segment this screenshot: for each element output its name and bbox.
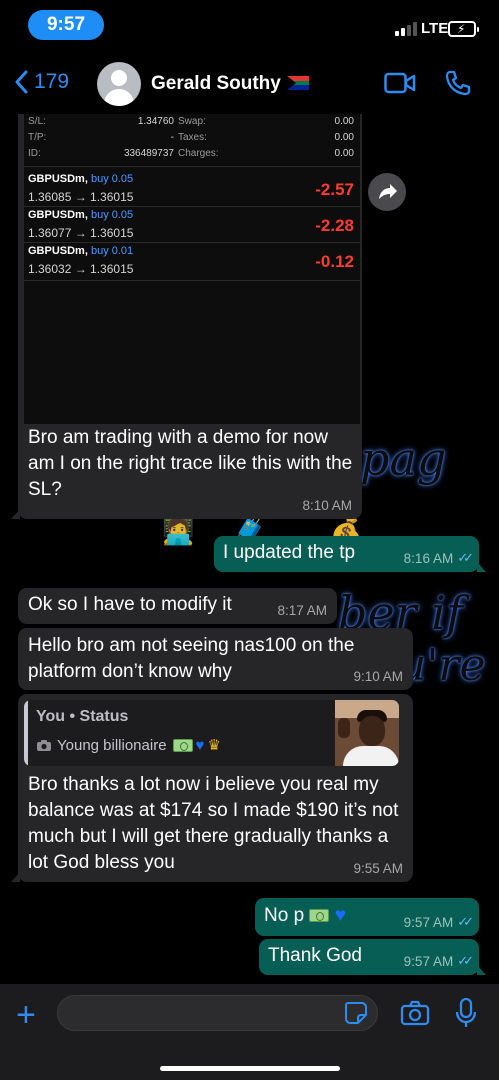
message-bubble-incoming[interactable]: Hello bro am not seeing nas100 on the pl… bbox=[18, 628, 413, 690]
swap-value: 0.00 bbox=[334, 116, 354, 127]
message-bubble-outgoing[interactable]: I updated the tp 8:16 AM ✓✓ bbox=[214, 536, 486, 572]
contact-name-text: Gerald Southy bbox=[151, 73, 281, 94]
plus-icon[interactable]: + bbox=[16, 998, 36, 1032]
tp-label: T/P: bbox=[28, 132, 47, 143]
sl-value: 1.34760 bbox=[137, 116, 174, 127]
charges-value: 0.00 bbox=[334, 148, 354, 159]
message-time: 9:10 AM bbox=[353, 669, 403, 684]
message-composer: + bbox=[0, 984, 499, 1080]
message-bubble-outgoing[interactable]: No p ♥ 9:57 AM ✓✓ bbox=[255, 898, 479, 936]
trade-screenshot-image[interactable]: S/L: 1.34760 Swap: 0.00 T/P: - Taxes: 0.… bbox=[24, 114, 360, 424]
wallpaper-text: pag bbox=[360, 432, 447, 486]
message-time: 9:55 AM bbox=[353, 861, 403, 876]
trade-profit-loss: -2.28 bbox=[315, 216, 354, 235]
message-time: 9:57 AM ✓✓ bbox=[403, 914, 474, 930]
message-time: 8:16 AM ✓✓ bbox=[403, 550, 474, 566]
trade-profit-loss: -0.12 bbox=[315, 252, 354, 271]
status-thumbnail bbox=[335, 700, 399, 766]
video-call-icon[interactable] bbox=[384, 72, 416, 94]
tp-value: - bbox=[170, 132, 174, 143]
trade-profit-loss: -2.57 bbox=[315, 180, 354, 199]
trade-prices: 1.36077 → 1.36015 bbox=[28, 226, 134, 240]
message-text: I updated the tp bbox=[223, 542, 356, 563]
chevron-left-icon bbox=[15, 70, 28, 94]
message-text: Bro am trading with a demo for now am I … bbox=[28, 427, 353, 500]
id-value: 336489737 bbox=[123, 148, 174, 159]
message-bubble-incoming[interactable]: S/L: 1.34760 Swap: 0.00 T/P: - Taxes: 0.… bbox=[11, 114, 362, 519]
person-laptop-emoji-icon: 🧑‍💻 bbox=[162, 516, 195, 546]
message-time: 9:57 AM ✓✓ bbox=[403, 953, 474, 969]
message-bubble-incoming[interactable]: Ok so I have to modify it 8:17 AM bbox=[18, 588, 337, 624]
crown-icon: ♛ bbox=[207, 737, 221, 754]
blue-heart-icon: ♥ bbox=[334, 905, 346, 926]
microphone-icon[interactable] bbox=[456, 998, 476, 1028]
quoted-author: You • Status bbox=[36, 708, 129, 725]
camera-icon bbox=[37, 739, 51, 751]
avatar[interactable] bbox=[97, 62, 141, 106]
message-bubble-incoming[interactable]: You • Status Young billionaire ♥ ♛ Bro t… bbox=[11, 694, 413, 882]
unread-count: 179 bbox=[34, 70, 70, 93]
message-text: Thank God bbox=[268, 945, 362, 966]
charges-label: Charges: bbox=[178, 148, 219, 159]
trade-prices: 1.36085 → 1.36015 bbox=[28, 190, 134, 204]
message-text: Hello bro am not seeing nas100 on the pl… bbox=[28, 635, 355, 682]
sl-label: S/L: bbox=[28, 116, 46, 127]
message-time: 8:10 AM bbox=[302, 498, 352, 513]
message-time: 8:17 AM bbox=[277, 603, 327, 618]
read-ticks-icon: ✓✓ bbox=[457, 953, 474, 968]
trade-symbol: GBPUSDm, buy 0.05 bbox=[28, 209, 134, 221]
trade-prices: 1.36032 → 1.36015 bbox=[28, 262, 134, 276]
quoted-status[interactable]: You • Status Young billionaire ♥ ♛ bbox=[24, 700, 399, 766]
chat-header: 179 Gerald Southy bbox=[0, 52, 499, 114]
status-bar: 9:57 LTE ⚡ bbox=[0, 0, 499, 52]
message-text: No p ♥ bbox=[264, 905, 346, 926]
read-ticks-icon: ✓✓ bbox=[457, 550, 474, 565]
contact-name[interactable]: Gerald Southy bbox=[151, 73, 309, 95]
forward-button[interactable] bbox=[368, 173, 406, 211]
back-button[interactable]: 179 bbox=[14, 70, 69, 94]
money-emoji-icon bbox=[309, 909, 330, 922]
id-label: ID: bbox=[28, 148, 41, 159]
message-input[interactable] bbox=[57, 995, 378, 1031]
camera-icon[interactable] bbox=[400, 1000, 430, 1026]
forward-icon bbox=[379, 184, 397, 199]
battery-icon: ⚡ bbox=[448, 21, 479, 37]
quoted-caption: Young billionaire ♥ ♛ bbox=[36, 736, 221, 754]
swap-label: Swap: bbox=[178, 116, 206, 127]
blue-heart-icon: ♥ bbox=[195, 736, 205, 754]
message-text: Ok so I have to modify it bbox=[28, 594, 232, 615]
network-label: LTE bbox=[421, 20, 449, 37]
status-time: 9:57 bbox=[28, 10, 104, 40]
sticker-icon[interactable] bbox=[344, 1001, 368, 1025]
phone-icon[interactable] bbox=[444, 69, 472, 97]
south-africa-flag-icon bbox=[286, 76, 309, 90]
read-ticks-icon: ✓✓ bbox=[457, 914, 474, 929]
trade-symbol: GBPUSDm, buy 0.01 bbox=[28, 245, 134, 257]
signal-icon bbox=[395, 22, 419, 36]
message-text: Bro thanks a lot now i believe you real … bbox=[28, 774, 399, 873]
message-bubble-outgoing[interactable]: Thank God 9:57 AM ✓✓ bbox=[259, 939, 486, 975]
taxes-value: 0.00 bbox=[334, 132, 354, 143]
money-emoji-icon bbox=[172, 738, 193, 752]
taxes-label: Taxes: bbox=[178, 132, 207, 143]
trade-symbol: GBPUSDm, buy 0.05 bbox=[28, 173, 134, 185]
home-indicator[interactable] bbox=[160, 1066, 340, 1071]
chat-area[interactable]: pag ber if u're ~~~~ 🧑‍💻 🧳 💰 S/L: 1.3476… bbox=[0, 114, 499, 984]
